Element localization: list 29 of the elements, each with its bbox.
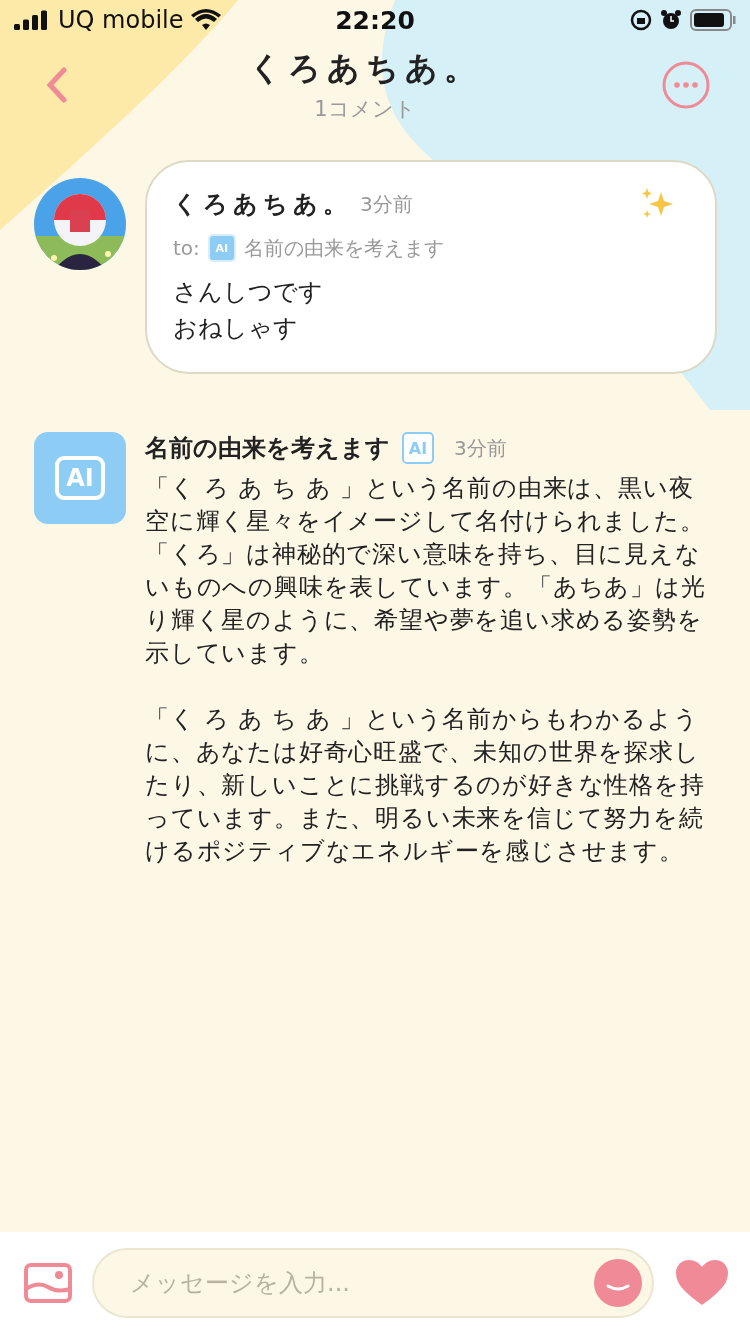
emoji-button[interactable]: [594, 1259, 642, 1307]
comment-text: さんしつです: [173, 277, 324, 308]
battery-icon: [690, 9, 736, 31]
back-button[interactable]: [46, 67, 68, 103]
chat-title: くろあちあ。: [248, 48, 482, 89]
comment-time: 3分前: [360, 190, 413, 218]
reply-paragraph: 「く ろ あ ち あ 」という名前の由来は、黒い夜空に輝く星々をイメージして名付けられました。「くろ」は神秘的で深い意味を持ち、目に見えないものへの興味を表しています。「あちあ」は光り輝く星のように、希望や夢を追い求める姿勢を示しています。: [145, 473, 707, 669]
message-field[interactable]: メッセージを入力...: [92, 1248, 654, 1318]
ai-label: AI: [55, 456, 105, 500]
ai-badge: AI: [402, 432, 434, 464]
reply-time: 3分前: [454, 434, 507, 462]
reply-paragraph: 「く ろ あ ち あ 」という名前からもわかるように、あなたは好奇心旺盛で、未知の世界を探求したり、新しいことに挑戦するのが好きな性格を持っています。また、明るい未来を信じて努力を続けるポジティブなエネルギーを感じさせます。: [145, 704, 706, 867]
message-input[interactable]: メッセージを入力...: [128, 1268, 594, 1298]
rotation-lock-icon: [630, 9, 652, 31]
like-button[interactable]: [674, 1259, 730, 1307]
reply-author: 名前の由来を考えます: [145, 433, 390, 464]
wifi-icon: [191, 9, 222, 31]
image-button[interactable]: [24, 1263, 72, 1303]
status-time: 22:20: [335, 6, 415, 35]
ai-badge: AI: [207, 234, 236, 262]
to-label: to:: [173, 236, 200, 260]
carrier-name: UQ mobile: [58, 6, 184, 34]
comment-count: 1コメント: [314, 96, 416, 123]
recipient-name: 名前の由来を考えます: [243, 234, 444, 262]
more-button[interactable]: [662, 61, 710, 109]
signal-icon: [14, 10, 50, 30]
comment-text: おねしゃす: [173, 313, 299, 344]
alarm-icon: [660, 9, 682, 31]
comment-author: くろあちあ。: [173, 189, 352, 220]
